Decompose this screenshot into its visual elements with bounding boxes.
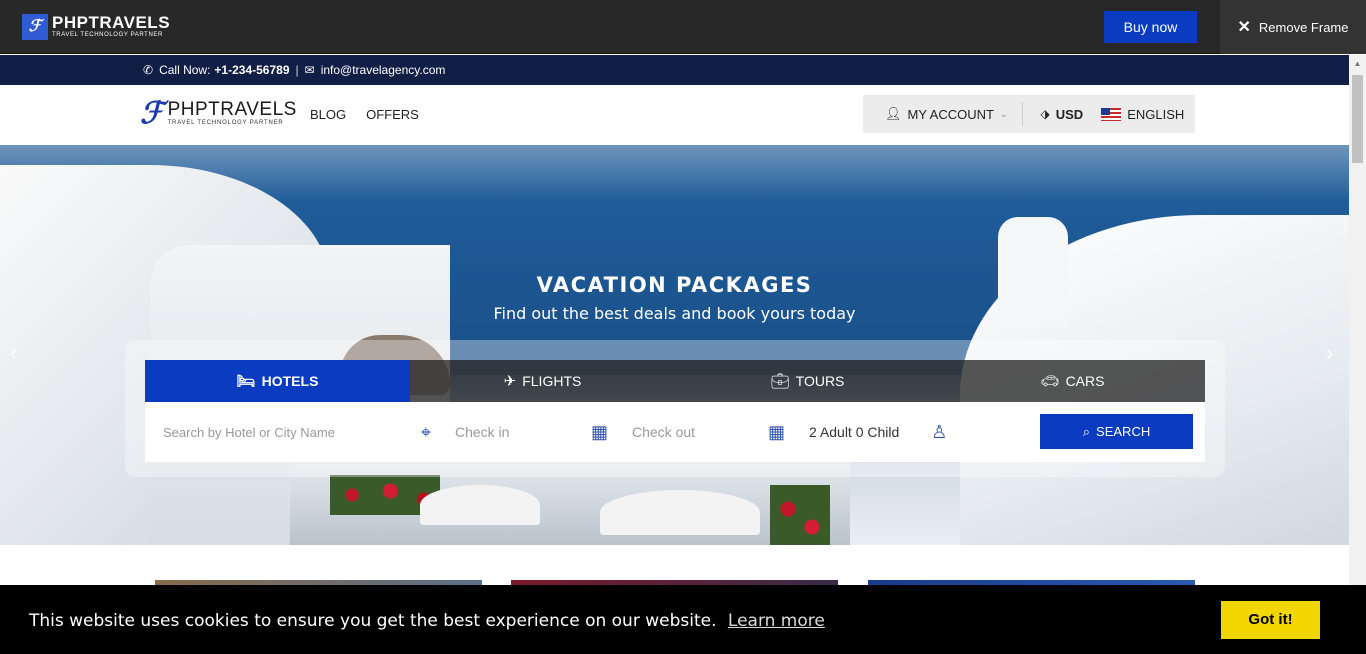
tab-cars[interactable]: 🚗︎ CARS xyxy=(940,360,1205,402)
guests-value: 2 Adult 0 Child xyxy=(809,424,900,440)
tab-flights[interactable]: ✈ FLIGHTS xyxy=(410,360,675,402)
got-it-button[interactable]: Got it! xyxy=(1221,601,1320,639)
car-icon: 🚗︎ xyxy=(1040,373,1060,390)
frame-logo[interactable]: ℱ PHPTRAVELS TRAVEL TECHNOLOGY PARTNER xyxy=(22,14,170,40)
cookie-banner: This website uses cookies to ensure you … xyxy=(0,585,1366,654)
check-in-placeholder: Check in xyxy=(455,424,510,440)
scroll-up-icon[interactable]: ▲ xyxy=(1349,55,1366,72)
tag-icon: ⬗ xyxy=(1040,107,1050,121)
close-icon: ✕ xyxy=(1237,19,1251,36)
my-account-dropdown[interactable]: 👤︎ MY ACCOUNT ⌄ xyxy=(863,106,1008,122)
check-out-placeholder: Check out xyxy=(632,424,696,440)
hero-flowers xyxy=(770,485,830,545)
phone-number[interactable]: +1-234-56789 xyxy=(214,63,289,77)
calendar-icon: ▦ xyxy=(767,421,785,442)
person-icon: ♙ xyxy=(931,421,948,442)
nav-link-offers[interactable]: OFFERS xyxy=(366,107,419,122)
user-icon: 👤︎ xyxy=(885,106,902,121)
plane-icon: ✈ xyxy=(503,373,517,390)
page-viewport: ✆ Call Now: +1-234-56789 | ✉ info@travel… xyxy=(0,55,1349,654)
main-navbar: ℱ PHPTRAVELS TRAVEL TECHNOLOGY PARTNER B… xyxy=(0,85,1349,145)
tab-cars-label: CARS xyxy=(1065,373,1105,389)
bed-icon: 🛏︎ xyxy=(236,373,256,390)
calendar-icon: ▦ xyxy=(590,421,608,442)
city-placeholder: Search by Hotel or City Name xyxy=(163,424,335,440)
nav-link-blog[interactable]: BLOG xyxy=(310,107,346,122)
site-logo[interactable]: ℱ PHPTRAVELS TRAVEL TECHNOLOGY PARTNER xyxy=(140,99,297,129)
cookie-message: This website uses cookies to ensure you … xyxy=(29,611,717,631)
hero-umbrella xyxy=(600,490,760,535)
hero-subtitle: Find out the best deals and book yours t… xyxy=(493,304,856,323)
check-in-input[interactable]: Check in ▦ xyxy=(455,402,632,462)
check-out-input[interactable]: Check out ▦ xyxy=(632,402,809,462)
site-brand-name: PHPTRAVELS xyxy=(167,99,297,120)
tab-tours-label: TOURS xyxy=(795,373,845,389)
tab-flights-label: FLIGHTS xyxy=(522,373,582,389)
hero-title: VACATION PACKAGES xyxy=(536,273,813,297)
suitcase-icon: 💼︎ xyxy=(770,373,790,390)
us-flag-icon xyxy=(1101,107,1122,121)
search-panel: 🛏︎ HOTELS ✈ FLIGHTS 💼︎ TOURS 🚗︎ CARS Sea… xyxy=(125,340,1225,477)
account-toolbar: 👤︎ MY ACCOUNT ⌄ ⬗ USD ENGLISH xyxy=(863,95,1195,133)
city-search-input[interactable]: Search by Hotel or City Name ⌖ xyxy=(145,402,455,462)
hotel-search-form: Search by Hotel or City Name ⌖ Check in … xyxy=(145,402,1205,462)
remove-frame-label: Remove Frame xyxy=(1258,19,1349,35)
email-link[interactable]: info@travelagency.com xyxy=(321,63,446,77)
contact-bar: ✆ Call Now: +1-234-56789 | ✉ info@travel… xyxy=(0,55,1349,85)
demo-frame-bar: ℱ PHPTRAVELS TRAVEL TECHNOLOGY PARTNER B… xyxy=(0,0,1366,54)
cookie-message-wrap: This website uses cookies to ensure you … xyxy=(29,611,825,631)
remove-frame-button[interactable]: ✕ Remove Frame xyxy=(1220,0,1366,54)
slider-next-arrow-icon[interactable]: › xyxy=(1326,340,1333,366)
slider-prev-arrow-icon[interactable]: ‹ xyxy=(10,340,17,366)
logo-mark-icon: ℱ xyxy=(140,97,164,130)
separator: | xyxy=(295,63,299,77)
tab-tours[interactable]: 💼︎ TOURS xyxy=(675,360,940,402)
frame-brand-name: PHPTRAVELS xyxy=(52,13,171,32)
tab-hotels-label: HOTELS xyxy=(261,373,319,389)
search-tabs: 🛏︎ HOTELS ✈ FLIGHTS 💼︎ TOURS 🚗︎ CARS xyxy=(145,360,1205,402)
tab-hotels[interactable]: 🛏︎ HOTELS xyxy=(145,360,410,402)
nav-links: BLOG OFFERS xyxy=(310,107,419,122)
search-icon: ⌕ xyxy=(1082,423,1091,439)
email-icon: ✉ xyxy=(304,63,315,77)
site-brand-tagline: TRAVEL TECHNOLOGY PARTNER xyxy=(167,120,284,126)
search-button-label: SEARCH xyxy=(1096,424,1151,439)
call-label: Call Now: xyxy=(159,63,211,77)
search-button[interactable]: ⌕ SEARCH xyxy=(1040,414,1193,449)
learn-more-link[interactable]: Learn more xyxy=(728,611,825,631)
buy-now-button[interactable]: Buy now xyxy=(1104,11,1197,43)
hero-umbrella xyxy=(420,485,540,525)
guests-selector[interactable]: 2 Adult 0 Child ♙ xyxy=(809,402,1039,462)
phone-icon: ✆ xyxy=(143,63,154,77)
my-account-label: MY ACCOUNT xyxy=(907,106,994,122)
currency-label: USD xyxy=(1055,106,1084,122)
currency-selector[interactable]: ⬗ USD xyxy=(1023,107,1084,122)
scrollbar-thumb[interactable] xyxy=(1352,75,1363,163)
logo-mark-icon: ℱ xyxy=(22,14,48,40)
vertical-scrollbar[interactable]: ▲ ▼ xyxy=(1349,55,1366,654)
language-label: ENGLISH xyxy=(1127,106,1185,122)
chevron-down-icon: ⌄ xyxy=(999,108,1008,119)
frame-brand-tagline: TRAVEL TECHNOLOGY PARTNER xyxy=(52,32,163,38)
hero-banner: VACATION PACKAGES Find out the best deal… xyxy=(0,145,1349,545)
map-pin-icon: ⌖ xyxy=(420,421,431,442)
language-selector[interactable]: ENGLISH xyxy=(1083,107,1184,122)
